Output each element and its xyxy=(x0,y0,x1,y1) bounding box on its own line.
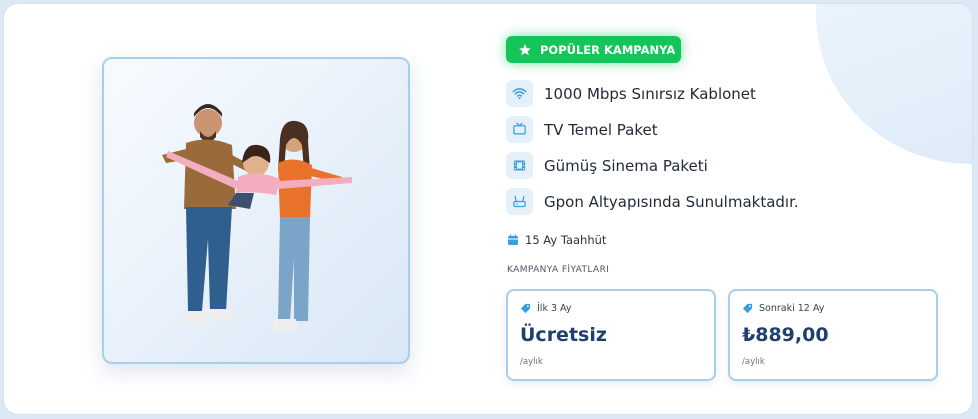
woman-figure xyxy=(272,120,342,331)
film-icon xyxy=(506,152,533,179)
price-card-next-12-months: Sonraki 12 Ay ₺889,00 /aylık xyxy=(728,289,938,381)
tag-icon xyxy=(520,303,531,314)
feature-item-gpon: Gpon Altyapısında Sunulmaktadır. xyxy=(506,188,799,215)
feature-label: 1000 Mbps Sınırsız Kablonet xyxy=(544,84,756,103)
feature-item-cinema: Gümüş Sinema Paketi xyxy=(506,152,708,179)
family-photo xyxy=(102,57,410,364)
price-period: Sonraki 12 Ay xyxy=(759,303,825,314)
man-figure xyxy=(162,104,254,325)
feature-label: TV Temel Paket xyxy=(544,120,658,139)
router-icon xyxy=(506,188,533,215)
calendar-icon xyxy=(508,234,518,245)
commitment-label: 15 Ay Taahhüt xyxy=(525,233,607,247)
feature-label: Gümüş Sinema Paketi xyxy=(544,156,708,175)
commitment-info: 15 Ay Taahhüt xyxy=(507,233,606,247)
badge-label: POPÜLER KAMPANYA xyxy=(540,42,676,57)
prices-heading: KAMPANYA FİYATLARI xyxy=(507,265,610,275)
family-illustration xyxy=(162,104,352,331)
price-period: İlk 3 Ay xyxy=(537,303,572,314)
popular-campaign-badge: POPÜLER KAMPANYA xyxy=(506,36,681,63)
price-card-first-3-months: İlk 3 Ay Ücretsiz /aylık xyxy=(506,289,716,381)
star-icon xyxy=(519,43,531,55)
feature-item-tv: TV Temel Paket xyxy=(506,116,658,143)
campaign-card: POPÜLER KAMPANYA 1000 Mbps Sınırsız Kabl… xyxy=(4,4,972,414)
price-value: ₺889,00 xyxy=(742,324,829,346)
wifi-icon xyxy=(506,80,533,107)
feature-item-internet: 1000 Mbps Sınırsız Kablonet xyxy=(506,80,756,107)
feature-label: Gpon Altyapısında Sunulmaktadır. xyxy=(544,192,799,211)
price-unit: /aylık xyxy=(520,357,543,367)
tag-icon xyxy=(742,303,753,314)
tv-icon xyxy=(506,116,533,143)
price-value: Ücretsiz xyxy=(520,324,607,346)
price-unit: /aylık xyxy=(742,357,765,367)
decorative-blob xyxy=(816,4,972,164)
